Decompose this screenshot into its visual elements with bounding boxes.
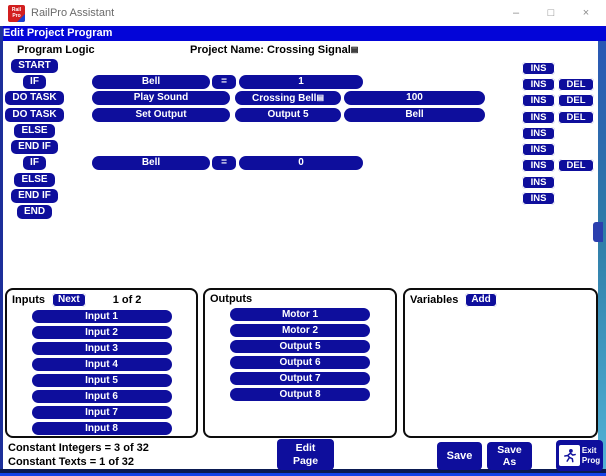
outputs-panel: Outputs Motor 1 Motor 2 Output 5 Output …: [203, 288, 397, 438]
output-item[interactable]: Output 6: [230, 356, 370, 369]
exit-program-button[interactable]: Exit Prog: [556, 440, 603, 471]
program-row: ELSE INS: [0, 173, 606, 187]
railpro-app-icon: Rail Pro: [8, 5, 25, 22]
exit-runner-icon: [559, 445, 580, 466]
condition-right-pill[interactable]: 0: [239, 156, 363, 170]
input-item[interactable]: Input 8: [32, 422, 172, 435]
condition-left-pill[interactable]: Bell: [92, 75, 210, 89]
project-name-label: Project Name:: [190, 44, 264, 56]
inputs-list: Input 1 Input 2 Input 3 Input 4 Input 5 …: [7, 310, 196, 435]
program-row: END IF INS: [0, 140, 606, 154]
program-keyword-end[interactable]: END: [17, 205, 52, 219]
program-row: IF Bell = 0 INS DEL: [0, 156, 606, 170]
variables-panel-title: Variables: [410, 294, 458, 306]
program-row: START INS: [0, 59, 606, 73]
constant-integers-status: Constant Integers = 3 of 32: [8, 442, 149, 454]
del-button[interactable]: DEL: [558, 94, 594, 107]
input-item[interactable]: Input 6: [32, 390, 172, 403]
ins-button[interactable]: INS: [522, 78, 555, 91]
scrollbar-thumb[interactable]: [593, 222, 603, 242]
edit-page-button[interactable]: Edit Page: [277, 439, 334, 470]
constant-texts-status: Constant Texts = 1 of 32: [8, 456, 134, 468]
app-icon-corner: [17, 14, 25, 22]
ins-button[interactable]: INS: [522, 159, 555, 172]
save-button[interactable]: Save: [437, 442, 482, 470]
project-name-value[interactable]: Crossing Signal: [267, 44, 351, 56]
minimize-button[interactable]: –: [505, 6, 527, 21]
input-item[interactable]: Input 5: [32, 374, 172, 387]
task-param2-pill[interactable]: 100: [344, 91, 485, 105]
output-item[interactable]: Motor 2: [230, 324, 370, 337]
task-param1-pill[interactable]: Crossing Bell▤: [235, 91, 341, 105]
program-keyword-else[interactable]: ELSE: [14, 124, 54, 138]
input-item[interactable]: Input 2: [32, 326, 172, 339]
program-row: DO TASK Set Output Output 5 Bell INS DEL: [0, 108, 606, 122]
input-item[interactable]: Input 7: [32, 406, 172, 419]
text-cursor-marker: ▤: [316, 93, 324, 102]
page-title: Edit Project Program: [0, 26, 606, 41]
maximize-button[interactable]: □: [540, 6, 562, 21]
output-item[interactable]: Output 8: [230, 388, 370, 401]
ins-button[interactable]: INS: [522, 94, 555, 107]
program-keyword-dotask[interactable]: DO TASK: [5, 91, 63, 105]
operator-button[interactable]: =: [212, 156, 236, 170]
input-item[interactable]: Input 4: [32, 358, 172, 371]
program-row: DO TASK Play Sound Crossing Bell▤ 100 IN…: [0, 91, 606, 105]
input-item[interactable]: Input 1: [32, 310, 172, 323]
variables-add-button[interactable]: Add: [465, 293, 496, 307]
program-keyword-endif[interactable]: END IF: [11, 140, 58, 154]
condition-left-pill[interactable]: Bell: [92, 156, 210, 170]
task-action-pill[interactable]: Play Sound: [92, 91, 230, 105]
ins-button[interactable]: INS: [522, 176, 555, 189]
inputs-page-indicator: 1 of 2: [113, 294, 142, 306]
del-button[interactable]: DEL: [558, 111, 594, 124]
project-name: Project Name: Crossing Signal▤: [190, 44, 358, 56]
ins-button[interactable]: INS: [522, 143, 555, 156]
outputs-list: Motor 1 Motor 2 Output 5 Output 6 Output…: [205, 308, 395, 401]
inputs-panel: Inputs Next 1 of 2 Input 1 Input 2 Input…: [5, 288, 198, 438]
inputs-panel-title: Inputs: [12, 294, 45, 306]
task-param2-pill[interactable]: Bell: [344, 108, 485, 122]
close-button[interactable]: ×: [575, 6, 597, 21]
program-keyword-start[interactable]: START: [11, 59, 58, 73]
task-param1-pill[interactable]: Output 5: [235, 108, 341, 122]
inputs-next-button[interactable]: Next: [52, 293, 86, 307]
program-keyword-else[interactable]: ELSE: [14, 173, 54, 187]
save-as-button[interactable]: Save As: [487, 442, 532, 470]
ins-button[interactable]: INS: [522, 111, 555, 124]
program-row: END IF INS: [0, 189, 606, 203]
railpro-assistant-window: Rail Pro RailPro Assistant – □ × Edit Pr…: [0, 0, 606, 476]
window-right-strip: [598, 41, 606, 470]
del-button[interactable]: DEL: [558, 159, 594, 172]
program-row: END: [0, 205, 606, 219]
output-item[interactable]: Motor 1: [230, 308, 370, 321]
del-button[interactable]: DEL: [558, 78, 594, 91]
program-keyword-if[interactable]: IF: [23, 156, 46, 170]
ins-button[interactable]: INS: [522, 62, 555, 75]
program-keyword-endif[interactable]: END IF: [11, 189, 58, 203]
condition-right-pill[interactable]: 1: [239, 75, 363, 89]
input-item[interactable]: Input 3: [32, 342, 172, 355]
output-item[interactable]: Output 7: [230, 372, 370, 385]
operator-button[interactable]: =: [212, 75, 236, 89]
program-row: ELSE INS: [0, 124, 606, 138]
ins-button[interactable]: INS: [522, 127, 555, 140]
window-title: RailPro Assistant: [31, 7, 114, 19]
outputs-panel-title: Outputs: [210, 293, 252, 305]
variables-panel: Variables Add: [403, 288, 598, 438]
program-keyword-if[interactable]: IF: [23, 75, 46, 89]
program-row: IF Bell = 1 INS DEL: [0, 75, 606, 89]
ins-button[interactable]: INS: [522, 192, 555, 205]
title-bar: Rail Pro RailPro Assistant – □ ×: [0, 0, 606, 26]
output-item[interactable]: Output 5: [230, 340, 370, 353]
program-logic-label: Program Logic: [17, 44, 95, 56]
text-cursor-marker: ▤: [351, 45, 359, 54]
task-action-pill[interactable]: Set Output: [92, 108, 230, 122]
program-keyword-dotask[interactable]: DO TASK: [5, 108, 63, 122]
